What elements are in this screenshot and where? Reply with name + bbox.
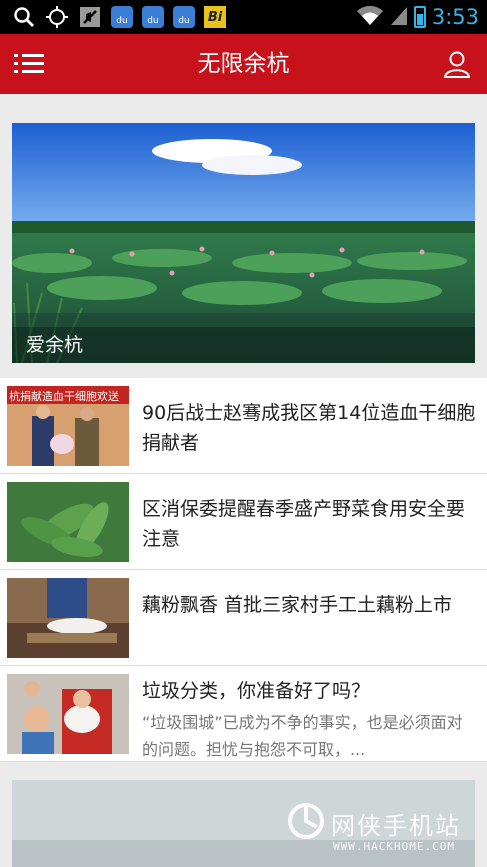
thumbnail-banner-text: 杭捐献造血干细胞欢送 <box>9 389 119 403</box>
news-thumbnail <box>7 482 129 562</box>
user-button[interactable] <box>443 50 471 78</box>
clock: 3:53 <box>431 5 479 29</box>
news-title: 垃圾分类，你准备好了吗？ <box>142 680 371 702</box>
list-item[interactable]: 区消保委提醒春季盛产野菜食用安全要注意 <box>0 474 487 570</box>
news-title: 90后战士赵骞成我区第14位造血干细胞捐献者 <box>142 402 476 454</box>
status-bar: du du du Bi 3:53 <box>0 0 487 34</box>
page-title: 无限余杭 <box>197 51 290 77</box>
watermark-logo-icon <box>288 803 324 839</box>
gps-icon <box>45 5 69 29</box>
news-title: 区消保委提醒春季盛产野菜食用安全要注意 <box>142 498 466 550</box>
watermark-name: 网侠手机站 <box>331 812 461 840</box>
baidu-icon: du <box>142 6 164 28</box>
app-header: 无限余杭 <box>0 34 487 94</box>
signal-icon <box>390 4 408 30</box>
wifi-icon <box>356 4 384 30</box>
news-list: 杭捐献造血干细胞欢送 90后战士赵骞成我区第14位造血干细胞捐献者 区消保委提醒… <box>0 378 487 762</box>
watermark-url: WWW.HACKHOME.COM <box>333 840 455 853</box>
muted-icon <box>78 5 102 29</box>
news-thumbnail <box>7 578 129 658</box>
battery-icon <box>413 6 426 28</box>
watermark: 网侠手机站 WWW.HACKHOME.COM <box>287 800 477 860</box>
list-item[interactable]: 杭捐献造血干细胞欢送 90后战士赵骞成我区第14位造血干细胞捐献者 <box>0 378 487 474</box>
baidu-icon: du <box>173 6 195 28</box>
featured-banner[interactable]: 爱余杭 <box>12 123 475 363</box>
list-item[interactable]: 垃圾分类，你准备好了吗？ “垃圾围城”已成为不争的事实，也是必须面对的问题。担忧… <box>0 666 487 762</box>
baidu-icon: du <box>111 6 133 28</box>
news-thumbnail <box>7 674 129 754</box>
bi-app-icon: Bi <box>204 6 226 28</box>
banner-caption-bar: 爱余杭 <box>12 327 475 363</box>
search-icon <box>12 5 36 29</box>
news-title: 藕粉飘香 首批三家村手工土藕粉上市 <box>142 594 453 616</box>
banner-caption: 爱余杭 <box>26 334 84 356</box>
news-summary: “垃圾围城”已成为不争的事实，也是必须面对的问题。担忧与抱怨不可取，... <box>142 713 463 759</box>
list-item[interactable]: 藕粉飘香 首批三家村手工土藕粉上市 <box>0 570 487 666</box>
news-thumbnail: 杭捐献造血干细胞欢送 <box>7 386 129 466</box>
user-icon <box>443 51 471 78</box>
